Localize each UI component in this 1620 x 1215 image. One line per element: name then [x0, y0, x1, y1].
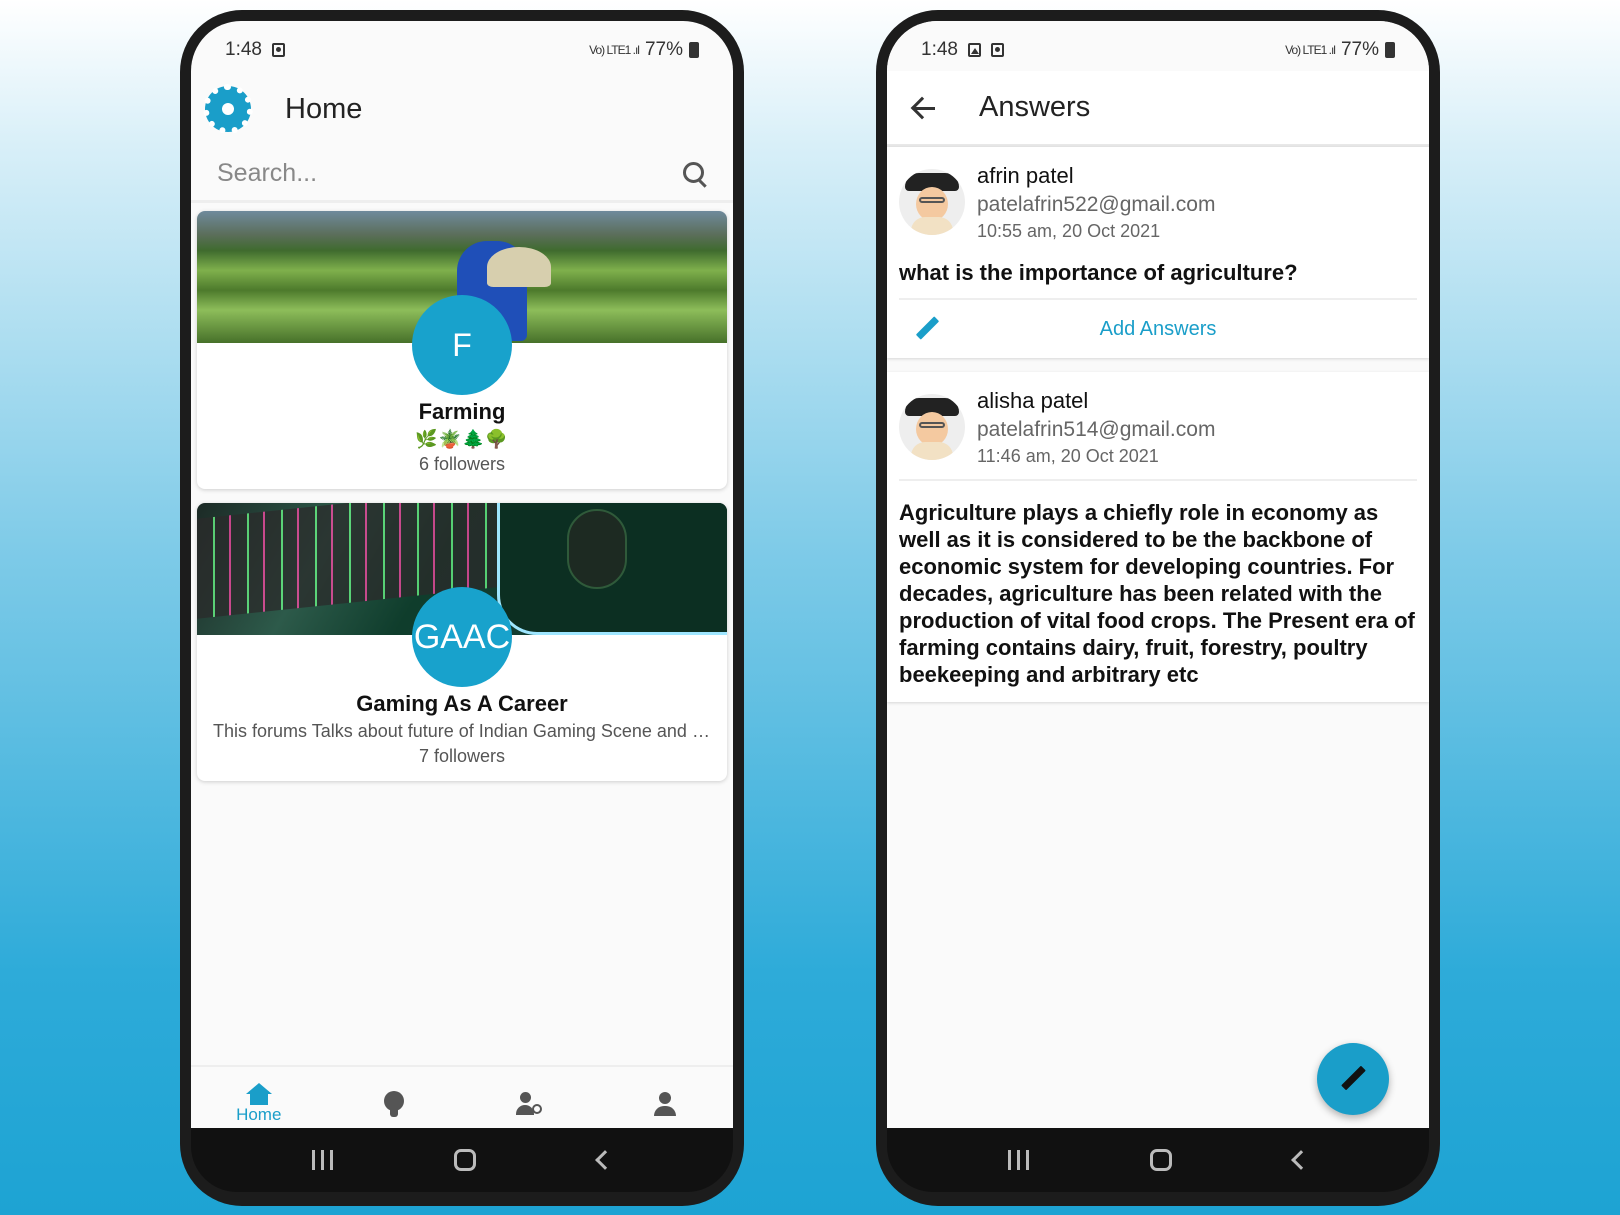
- answer-text: Agriculture plays a chiefly role in econ…: [899, 500, 1415, 687]
- recent-apps-button[interactable]: [1007, 1150, 1029, 1170]
- answer-card: alisha patel patelafrin514@gmail.com 11:…: [887, 372, 1429, 702]
- person-icon: [654, 1092, 677, 1116]
- author-name: alisha patel: [977, 388, 1089, 413]
- page-title: Answers: [979, 91, 1091, 123]
- page-title: Home: [285, 92, 363, 125]
- system-home-button[interactable]: [1150, 1149, 1173, 1171]
- forum-card-gaming[interactable]: GAAC Gaming As A Career This forums Talk…: [197, 503, 727, 781]
- battery-icon: [689, 42, 699, 58]
- forum-followers: 6 followers: [418, 454, 506, 474]
- forum-avatar: GAAC: [412, 587, 512, 687]
- pencil-icon: [1340, 1066, 1366, 1092]
- home-icon: [245, 1083, 272, 1105]
- battery-percent: 77%: [644, 39, 683, 60]
- mouse-graphic: [567, 509, 627, 589]
- nav-home-label: Home: [236, 1105, 282, 1124]
- question-card: afrin patel patelafrin522@gmail.com 10:5…: [887, 147, 1429, 358]
- forum-title: Farming: [418, 399, 506, 424]
- divider: [899, 479, 1417, 481]
- forum-description: This forums Talks about future of Indian…: [213, 721, 727, 741]
- status-bar: 1:48 Vo) LTE1 .ıl 77%: [191, 21, 733, 71]
- signal-icon: Vo) LTE1 .ıl: [589, 43, 640, 57]
- question-author: afrin patel patelafrin522@gmail.com 10:5…: [899, 163, 1417, 242]
- system-back-button[interactable]: [1291, 1150, 1312, 1170]
- phone-answers-screen: 1:48 Vo) LTE1 .ıl 77% Answers afrin pate…: [876, 10, 1440, 1206]
- back-arrow-icon[interactable]: [911, 95, 937, 121]
- forum-avatar: F: [412, 295, 512, 395]
- post-timestamp: 10:55 am, 20 Oct 2021: [977, 221, 1161, 241]
- question-text: what is the importance of agriculture?: [899, 260, 1298, 285]
- phone-home-screen: 1:48 Vo) LTE1 .ıl 77% Home F Farming: [180, 10, 744, 1206]
- write-answer-fab[interactable]: [1317, 1043, 1389, 1115]
- forum-title: Gaming As A Career: [356, 691, 568, 716]
- signal-icon: Vo) LTE1 .ıl: [1285, 43, 1336, 57]
- forum-followers: 7 followers: [418, 746, 506, 766]
- recent-apps-button[interactable]: [311, 1150, 333, 1170]
- battery-percent: 77%: [1340, 39, 1379, 60]
- gallery-icon: [967, 43, 981, 57]
- search-input[interactable]: [217, 159, 617, 188]
- search-icon[interactable]: [683, 161, 707, 186]
- author-email: patelafrin514@gmail.com: [977, 418, 1216, 441]
- avatar[interactable]: [899, 394, 965, 460]
- post-timestamp: 11:46 am, 20 Oct 2021: [977, 446, 1159, 466]
- forum-card-farming[interactable]: F Farming 🌿🪴🌲🌳 6 followers: [197, 211, 727, 489]
- system-navigation-bar: [191, 1128, 733, 1192]
- system-back-button[interactable]: [595, 1150, 616, 1170]
- add-answers-label: Add Answers: [1099, 317, 1217, 340]
- people-search-icon: [515, 1092, 544, 1116]
- answer-author: alisha patel patelafrin514@gmail.com 11:…: [899, 388, 1417, 467]
- system-navigation-bar: [887, 1128, 1429, 1192]
- notification-icon: [990, 43, 1004, 57]
- app-bar: Home: [191, 71, 733, 147]
- search-bar: [191, 147, 733, 203]
- status-time: 1:48: [921, 39, 958, 60]
- notification-icon: [271, 43, 285, 57]
- lightbulb-icon: [384, 1091, 405, 1117]
- app-logo-icon[interactable]: [203, 84, 253, 134]
- author-name: afrin patel: [977, 163, 1074, 188]
- forum-description: 🌿🪴🌲🌳: [415, 429, 509, 449]
- avatar[interactable]: [899, 169, 965, 235]
- author-email: patelafrin522@gmail.com: [977, 193, 1216, 216]
- home-screen: 1:48 Vo) LTE1 .ıl 77% Home F Farming: [191, 21, 733, 1141]
- status-time: 1:48: [225, 39, 262, 60]
- add-answers-button[interactable]: Add Answers: [899, 298, 1417, 358]
- farmer-hat: [487, 247, 551, 287]
- answers-screen: 1:48 Vo) LTE1 .ıl 77% Answers afrin pate…: [887, 21, 1429, 1141]
- status-bar: 1:48 Vo) LTE1 .ıl 77%: [887, 21, 1429, 71]
- system-home-button[interactable]: [454, 1149, 477, 1171]
- battery-icon: [1385, 42, 1395, 58]
- app-bar: Answers: [887, 71, 1429, 147]
